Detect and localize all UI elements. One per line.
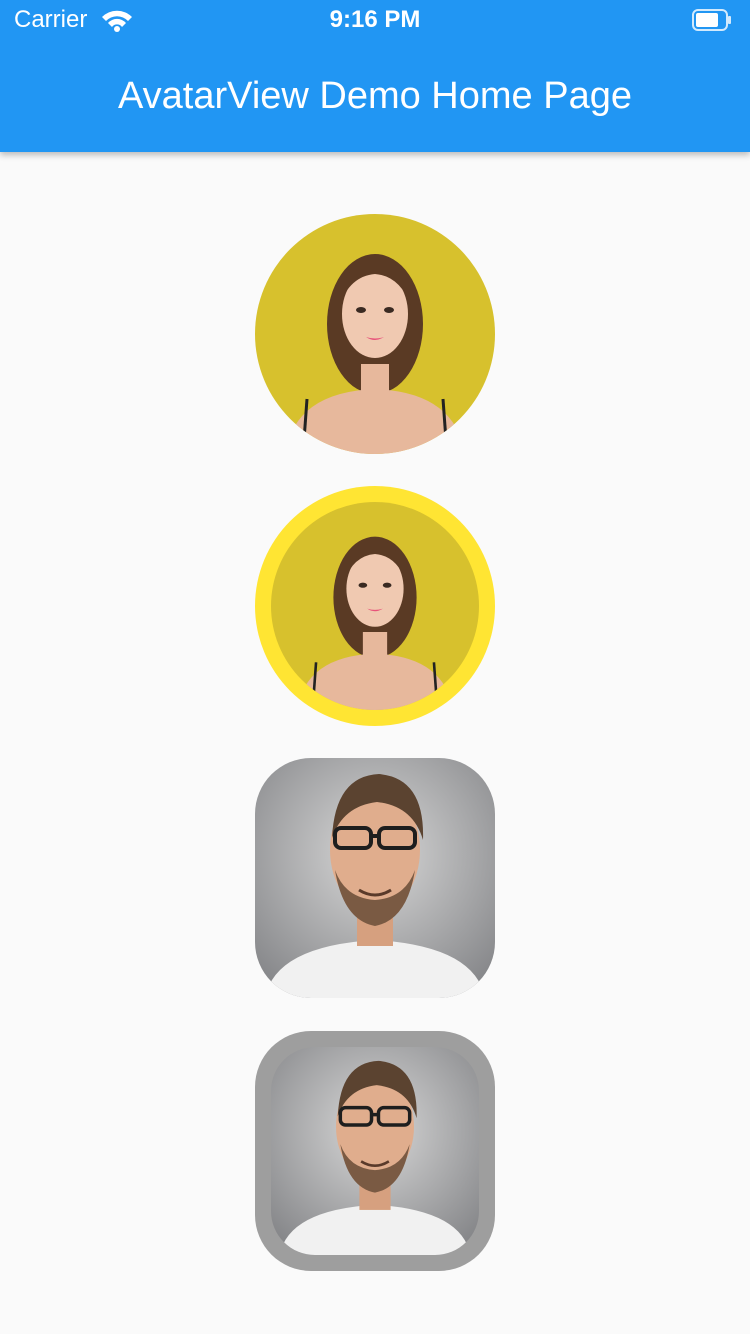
woman-photo bbox=[255, 214, 495, 454]
avatar-inner bbox=[271, 1047, 479, 1255]
man-photo bbox=[271, 1047, 479, 1255]
app-bar: Carrier 9:16 PM AvatarView Demo Home Pag… bbox=[0, 0, 750, 152]
page-title: AvatarView Demo Home Page bbox=[118, 75, 632, 117]
man-photo bbox=[255, 758, 495, 998]
battery-icon bbox=[692, 9, 731, 31]
avatar-circle-woman-bordered[interactable] bbox=[255, 486, 495, 726]
avatar-inner bbox=[271, 502, 479, 710]
status-bar: Carrier 9:16 PM bbox=[0, 0, 750, 40]
woman-photo bbox=[271, 502, 479, 710]
avatar-rounded-man[interactable] bbox=[255, 758, 495, 998]
status-time: 9:16 PM bbox=[329, 6, 421, 33]
avatar-rounded-man-bordered[interactable] bbox=[255, 1031, 495, 1271]
avatar-circle-woman[interactable] bbox=[255, 214, 495, 454]
